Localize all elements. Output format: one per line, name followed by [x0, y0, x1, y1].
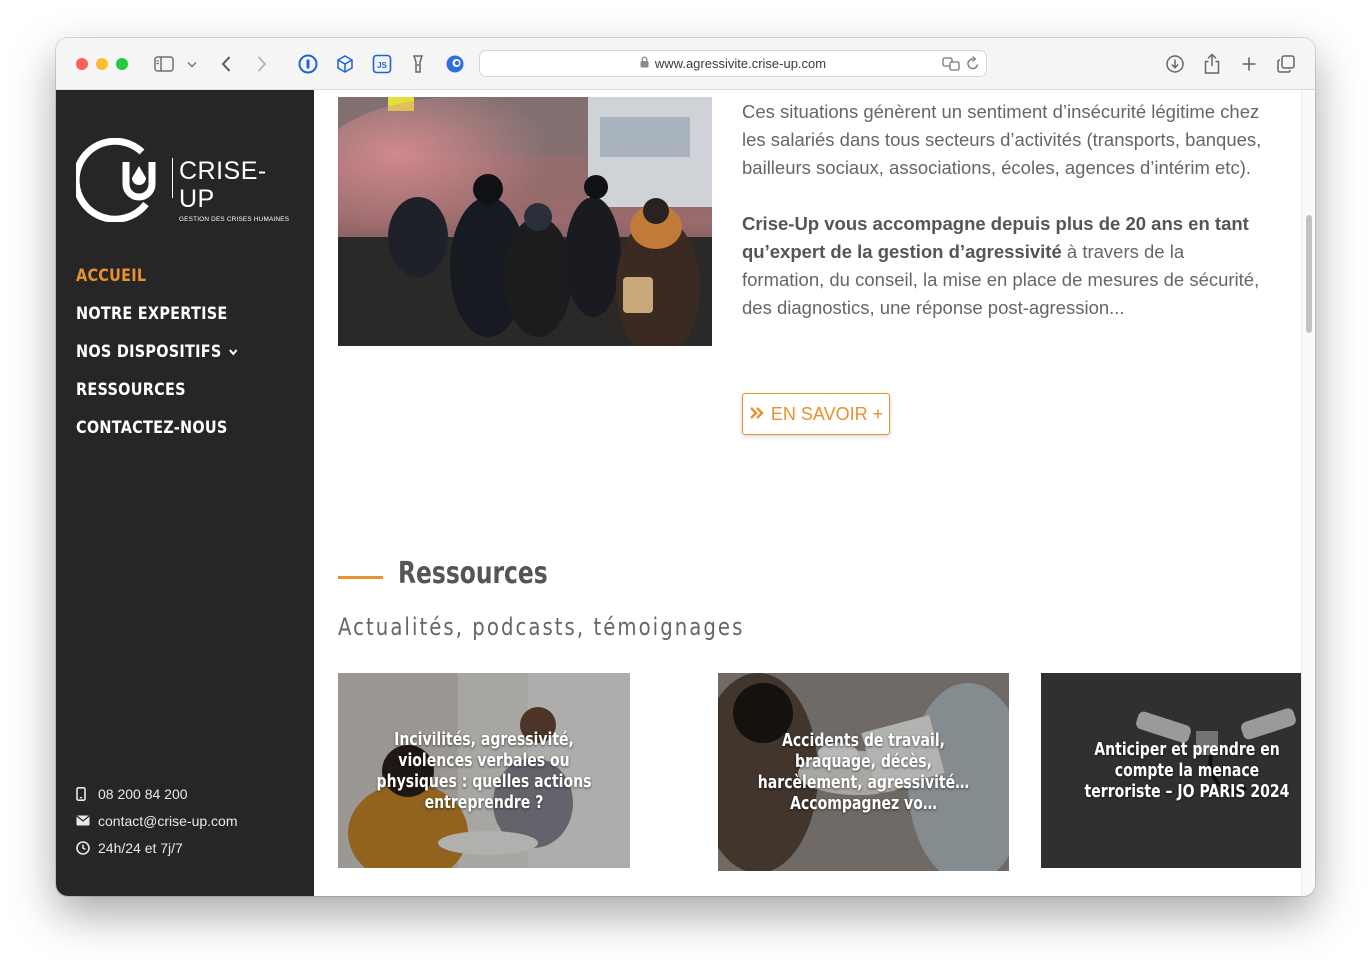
- new-tab-icon[interactable]: [1238, 52, 1260, 76]
- resources-title: Ressources: [398, 556, 548, 591]
- flashlight-extension-icon[interactable]: [408, 52, 428, 76]
- browser-toolbar: JS www.agressivite.crise-up.com: [56, 38, 1315, 90]
- logo-title: CRISE-UP: [179, 157, 267, 213]
- double-chevron-right-icon: [749, 404, 765, 425]
- hero-photo-police-crowd: [338, 97, 712, 346]
- card-title-text: Accidents de travail, braquage, décès, h…: [757, 730, 970, 814]
- sidebar-toggle-icon[interactable]: [152, 52, 176, 76]
- nav-label-nos-dispositifs: NOS DISPOSITIFS: [76, 342, 222, 362]
- contact-phone-text: 08 200 84 200: [98, 785, 188, 802]
- download-icon[interactable]: [1164, 52, 1186, 76]
- url-text: www.agressivite.crise-up.com: [654, 56, 827, 71]
- logo-text: CRISE-UP GESTION DES CRISES HUMAINES: [179, 157, 296, 223]
- logo-divider: [172, 158, 173, 198]
- globe-extension-icon[interactable]: [444, 52, 466, 76]
- nav-item-nos-dispositifs[interactable]: NOS DISPOSITIFS: [76, 340, 239, 378]
- logo-mark-icon: [76, 138, 156, 222]
- share-icon[interactable]: [1201, 52, 1223, 76]
- zoom-window-button[interactable]: [116, 58, 128, 70]
- card-title: Anticiper et prendre en compte la menace…: [1049, 673, 1301, 868]
- nav-item-notre-expertise[interactable]: NOTRE EXPERTISE: [76, 302, 239, 340]
- main-content: Ces situations génèrent un sentiment d’i…: [314, 90, 1301, 896]
- nav-item-contactez-nous[interactable]: CONTACTEZ-NOUS: [76, 416, 239, 454]
- svg-text:JS: JS: [377, 61, 387, 70]
- en-savoir-plus-button[interactable]: EN SAVOIR +: [742, 393, 890, 435]
- tab-overview-icon[interactable]: [1275, 52, 1297, 76]
- lock-icon: [640, 56, 649, 71]
- chevron-down-icon[interactable]: [184, 52, 200, 76]
- chevron-down-icon: [228, 341, 238, 365]
- reload-icon[interactable]: [966, 56, 980, 74]
- site-sidebar: CRISE-UP GESTION DES CRISES HUMAINES ACC…: [56, 90, 314, 896]
- contact-phone[interactable]: 08 200 84 200: [76, 780, 237, 807]
- section-accent-line: [338, 576, 383, 579]
- translate-icon[interactable]: [942, 56, 960, 75]
- intro-text: Ces situations génèrent un sentiment d’i…: [742, 98, 1262, 350]
- back-icon[interactable]: [216, 52, 236, 76]
- intro-paragraph-2: Crise-Up vous accompagne depuis plus de …: [742, 210, 1262, 322]
- scrollbar-thumb[interactable]: [1306, 215, 1312, 333]
- nav-label-notre-expertise: NOTRE EXPERTISE: [76, 304, 228, 324]
- contact-email-text: contact@crise-up.com: [98, 812, 238, 829]
- card-title-text: Anticiper et prendre en compte la menace…: [1084, 739, 1290, 802]
- intro-paragraph-1: Ces situations génèrent un sentiment d’i…: [742, 101, 1262, 178]
- resource-card[interactable]: Anticiper et prendre en compte la menace…: [1041, 673, 1301, 868]
- resource-card[interactable]: Incivilités, agressivité, violences verb…: [338, 673, 630, 868]
- crise-up-logo[interactable]: CRISE-UP GESTION DES CRISES HUMAINES: [76, 138, 296, 223]
- password-extension-icon[interactable]: [297, 52, 319, 76]
- contact-email[interactable]: contact@crise-up.com: [76, 807, 237, 834]
- nav-item-accueil[interactable]: ACCUEIL: [76, 264, 239, 302]
- clock-icon: [76, 840, 98, 855]
- nav-item-ressources[interactable]: RESSOURCES: [76, 378, 239, 416]
- nav-label-ressources: RESSOURCES: [76, 380, 186, 400]
- forward-icon[interactable]: [252, 52, 272, 76]
- resource-card[interactable]: Accidents de travail, braquage, décès, h…: [718, 673, 1009, 871]
- close-window-button[interactable]: [76, 58, 88, 70]
- cube-extension-icon[interactable]: [334, 52, 356, 76]
- page-scrollbar[interactable]: [1301, 90, 1315, 896]
- card-title: Accidents de travail, braquage, décès, h…: [726, 673, 1001, 871]
- contact-hours-text: 24h/24 et 7j/7: [98, 839, 183, 856]
- nav-label-accueil: ACCUEIL: [76, 266, 147, 286]
- browser-window: JS www.agressivite.crise-up.com CRISE-UP…: [56, 38, 1315, 896]
- envelope-icon: [76, 815, 98, 826]
- minimize-window-button[interactable]: [96, 58, 108, 70]
- en-savoir-plus-label: EN SAVOIR +: [770, 403, 884, 424]
- contact-info: 08 200 84 200 contact@crise-up.com 24h/2…: [76, 780, 237, 861]
- card-title: Incivilités, agressivité, violences verb…: [346, 673, 622, 868]
- js-extension-icon[interactable]: JS: [371, 52, 393, 76]
- resources-subtitle: Actualités, podcasts, témoignages: [338, 613, 745, 641]
- phone-icon: [76, 786, 98, 801]
- card-title-text: Incivilités, agressivité, violences verb…: [376, 728, 592, 813]
- address-bar[interactable]: www.agressivite.crise-up.com: [479, 50, 987, 77]
- main-nav: ACCUEIL NOTRE EXPERTISE NOS DISPOSITIFS …: [76, 264, 267, 454]
- contact-hours: 24h/24 et 7j/7: [76, 834, 237, 861]
- nav-label-contactez-nous: CONTACTEZ-NOUS: [76, 418, 228, 438]
- logo-subtitle: GESTION DES CRISES HUMAINES: [179, 216, 290, 223]
